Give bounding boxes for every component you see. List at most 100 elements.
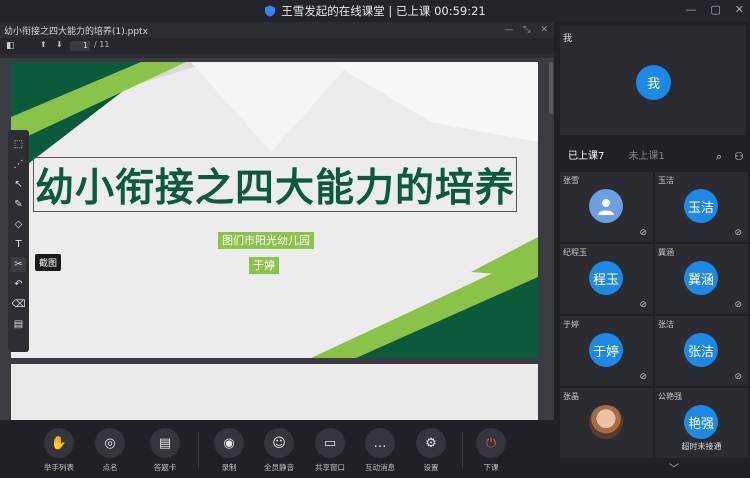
student-tile[interactable]: 纪程玉 程玉 ⊘ [560,244,653,314]
student-name: 公艳强 [658,392,682,401]
tab-not-in-class[interactable]: 未上课1 [616,143,676,171]
page-input[interactable]: 1 [70,41,90,51]
mic-muted-icon[interactable]: ⊘ [734,300,742,310]
undo-icon[interactable]: ↶ [11,277,26,292]
answer-card-label: 答题卡 [153,463,177,472]
student-name: 张洁 [658,320,674,329]
chat-icon: … [365,428,395,458]
document-header: 幼小衔接之四大能力的培养(1).pptx — ⤡ ✕ [0,22,554,38]
minimize-icon[interactable]: — [685,3,696,16]
student-tile[interactable]: 玉洁 玉洁 ⊘ [655,172,748,242]
slide-title: 幼小衔接之四大能力的培养 [33,157,517,212]
prev-page-icon[interactable]: ⬆ [40,40,47,49]
end-class-label: 下课 [483,463,499,472]
teacher-name: 我 [563,34,573,44]
slide-presenter: 于婷 [249,257,279,274]
share-window-label: 共享窗口 [315,463,345,472]
power-icon: ⏻ [476,428,506,458]
chevron-down-icon[interactable]: ﹀ [669,460,679,475]
student-tile[interactable]: 张洁 张洁 ⊘ [655,316,748,386]
roll-call-label: 点名 [102,463,118,472]
mute-all-icon: ☺ [264,428,294,458]
settings-label: 设置 [423,463,439,472]
student-name: 于婷 [563,320,579,329]
maximize-icon[interactable]: ▢ [710,3,720,16]
student-avatar: 程玉 [589,261,623,295]
search-icon[interactable]: ⌕ [716,150,722,164]
card-icon: ▤ [150,428,180,458]
end-class-button[interactable]: ⏻ 下课 [466,428,516,473]
location-icon: ◎ [95,428,125,458]
student-tile[interactable]: 冀涵 冀涵 ⊘ [655,244,748,314]
doc-fullscreen-icon[interactable]: ⤡ [523,25,530,35]
student-name: 纪程玉 [563,248,587,257]
slide-scrollbar[interactable] [549,62,553,114]
slide-organization: 图们市阳光幼儿园 [218,232,314,249]
close-icon[interactable]: ✕ [735,3,744,16]
teacher-video-tile[interactable]: 我 我 [560,26,746,135]
mic-muted-icon[interactable]: ⊘ [639,228,647,238]
slide-area: 幼小衔接之四大能力的培养 图们市阳光幼儿园 于婷 [0,58,554,420]
select-area-icon[interactable]: ⬚ [11,137,26,152]
connection-status: 超时未接通 [681,442,722,451]
student-name: 玉洁 [658,176,674,185]
student-tile[interactable]: 张雪 ⊘ [560,172,653,242]
bottom-toolbar: ✋ 举手列表 ◎ 点名 ▤ 答题卡 ◉ 录制 ☺ 全员静音 ▭ 共享窗口 … 互… [0,420,554,478]
record-button[interactable]: ◉ 录制 [204,428,254,473]
student-grid: 张雪 ⊘ 玉洁 玉洁 ⊘ 纪程玉 程玉 ⊘ 冀涵 冀涵 ⊘ 于婷 于婷 ⊘ 张洁 [560,172,750,458]
tool-tooltip: 截图 [35,254,62,271]
next-page-icon[interactable]: ⬇ [56,40,63,49]
add-user-icon[interactable]: ⚇ [734,150,744,164]
toolbox-icon[interactable]: ▤ [11,317,26,332]
slide-1: 幼小衔接之四大能力的培养 图们市阳光幼儿园 于婷 [11,62,538,358]
document-filename: 幼小衔接之四大能力的培养(1).pptx [4,26,148,37]
window-title: 王雪发起的在线课堂 | 已上课 00:59:21 [281,4,486,18]
page-total: / 11 [94,40,110,49]
mic-muted-icon[interactable]: ⊘ [639,300,647,310]
gear-icon: ⚙ [416,428,446,458]
slide-2-preview [11,364,538,420]
interactive-messages-button[interactable]: … 互动消息 [355,428,405,473]
text-icon[interactable]: T [11,237,26,252]
screenshot-icon[interactable]: ✂ [11,256,26,272]
teacher-avatar: 我 [636,65,671,100]
roll-call-button[interactable]: ◎ 点名 [85,428,135,473]
doc-close-icon[interactable]: ✕ [540,25,548,35]
mic-muted-icon[interactable]: ⊘ [639,372,647,382]
mic-muted-icon[interactable]: ⊘ [734,228,742,238]
tab-in-class[interactable]: 已上课7 [556,143,616,171]
student-tile[interactable]: 张晶 [560,388,653,458]
mute-all-button[interactable]: ☺ 全员静音 [254,428,304,473]
answer-card-button[interactable]: ▤ 答题卡 [140,428,190,473]
student-tile[interactable]: 于婷 于婷 ⊘ [560,316,653,386]
pointer-icon[interactable]: ↖ [11,177,26,192]
student-name: 张晶 [563,392,579,401]
doc-minimize-icon[interactable]: — [504,25,513,35]
student-avatar: 艳强 [684,405,718,439]
share-window-button[interactable]: ▭ 共享窗口 [305,428,355,473]
eraser-icon[interactable]: ⌫ [11,297,26,312]
mic-muted-icon[interactable]: ⊘ [734,372,742,382]
student-name: 冀涵 [658,248,674,257]
document-navbar: ◧ ⬆ ⬇ 1 / 11 [0,38,554,54]
student-avatar: 于婷 [589,333,623,367]
student-name: 张雪 [563,176,579,185]
shapes-icon[interactable]: ◇ [11,217,26,232]
record-label: 录制 [221,463,237,472]
raise-hand-list-button[interactable]: ✋ 举手列表 [34,428,84,473]
divider [462,432,463,468]
sidebar-toggle-icon[interactable]: ◧ [6,41,15,51]
laser-pointer-icon[interactable]: ⋰ [11,157,26,172]
mute-all-label: 全员静音 [264,463,294,472]
hand-icon: ✋ [44,428,74,458]
participants-pane: 我 我 已上课7 未上课1 ⌕ ⚇ 张雪 ⊘ 玉洁 玉洁 ⊘ 纪程玉 程玉 ⊘ … [556,22,750,478]
record-icon: ◉ [214,428,244,458]
pen-icon[interactable]: ✎ [11,197,26,212]
student-tile[interactable]: 公艳强 艳强 超时未接通 [655,388,748,458]
interactive-messages-label: 互动消息 [365,463,395,472]
student-avatar: 玉洁 [684,189,718,223]
screen-share-icon: ▭ [315,428,345,458]
window-titlebar: 王雪发起的在线课堂 | 已上课 00:59:21 — ▢ ✕ [0,0,750,22]
document-pane: 幼小衔接之四大能力的培养(1).pptx — ⤡ ✕ ◧ ⬆ ⬇ 1 / 11 [0,22,554,420]
settings-button[interactable]: ⚙ 设置 [406,428,456,473]
